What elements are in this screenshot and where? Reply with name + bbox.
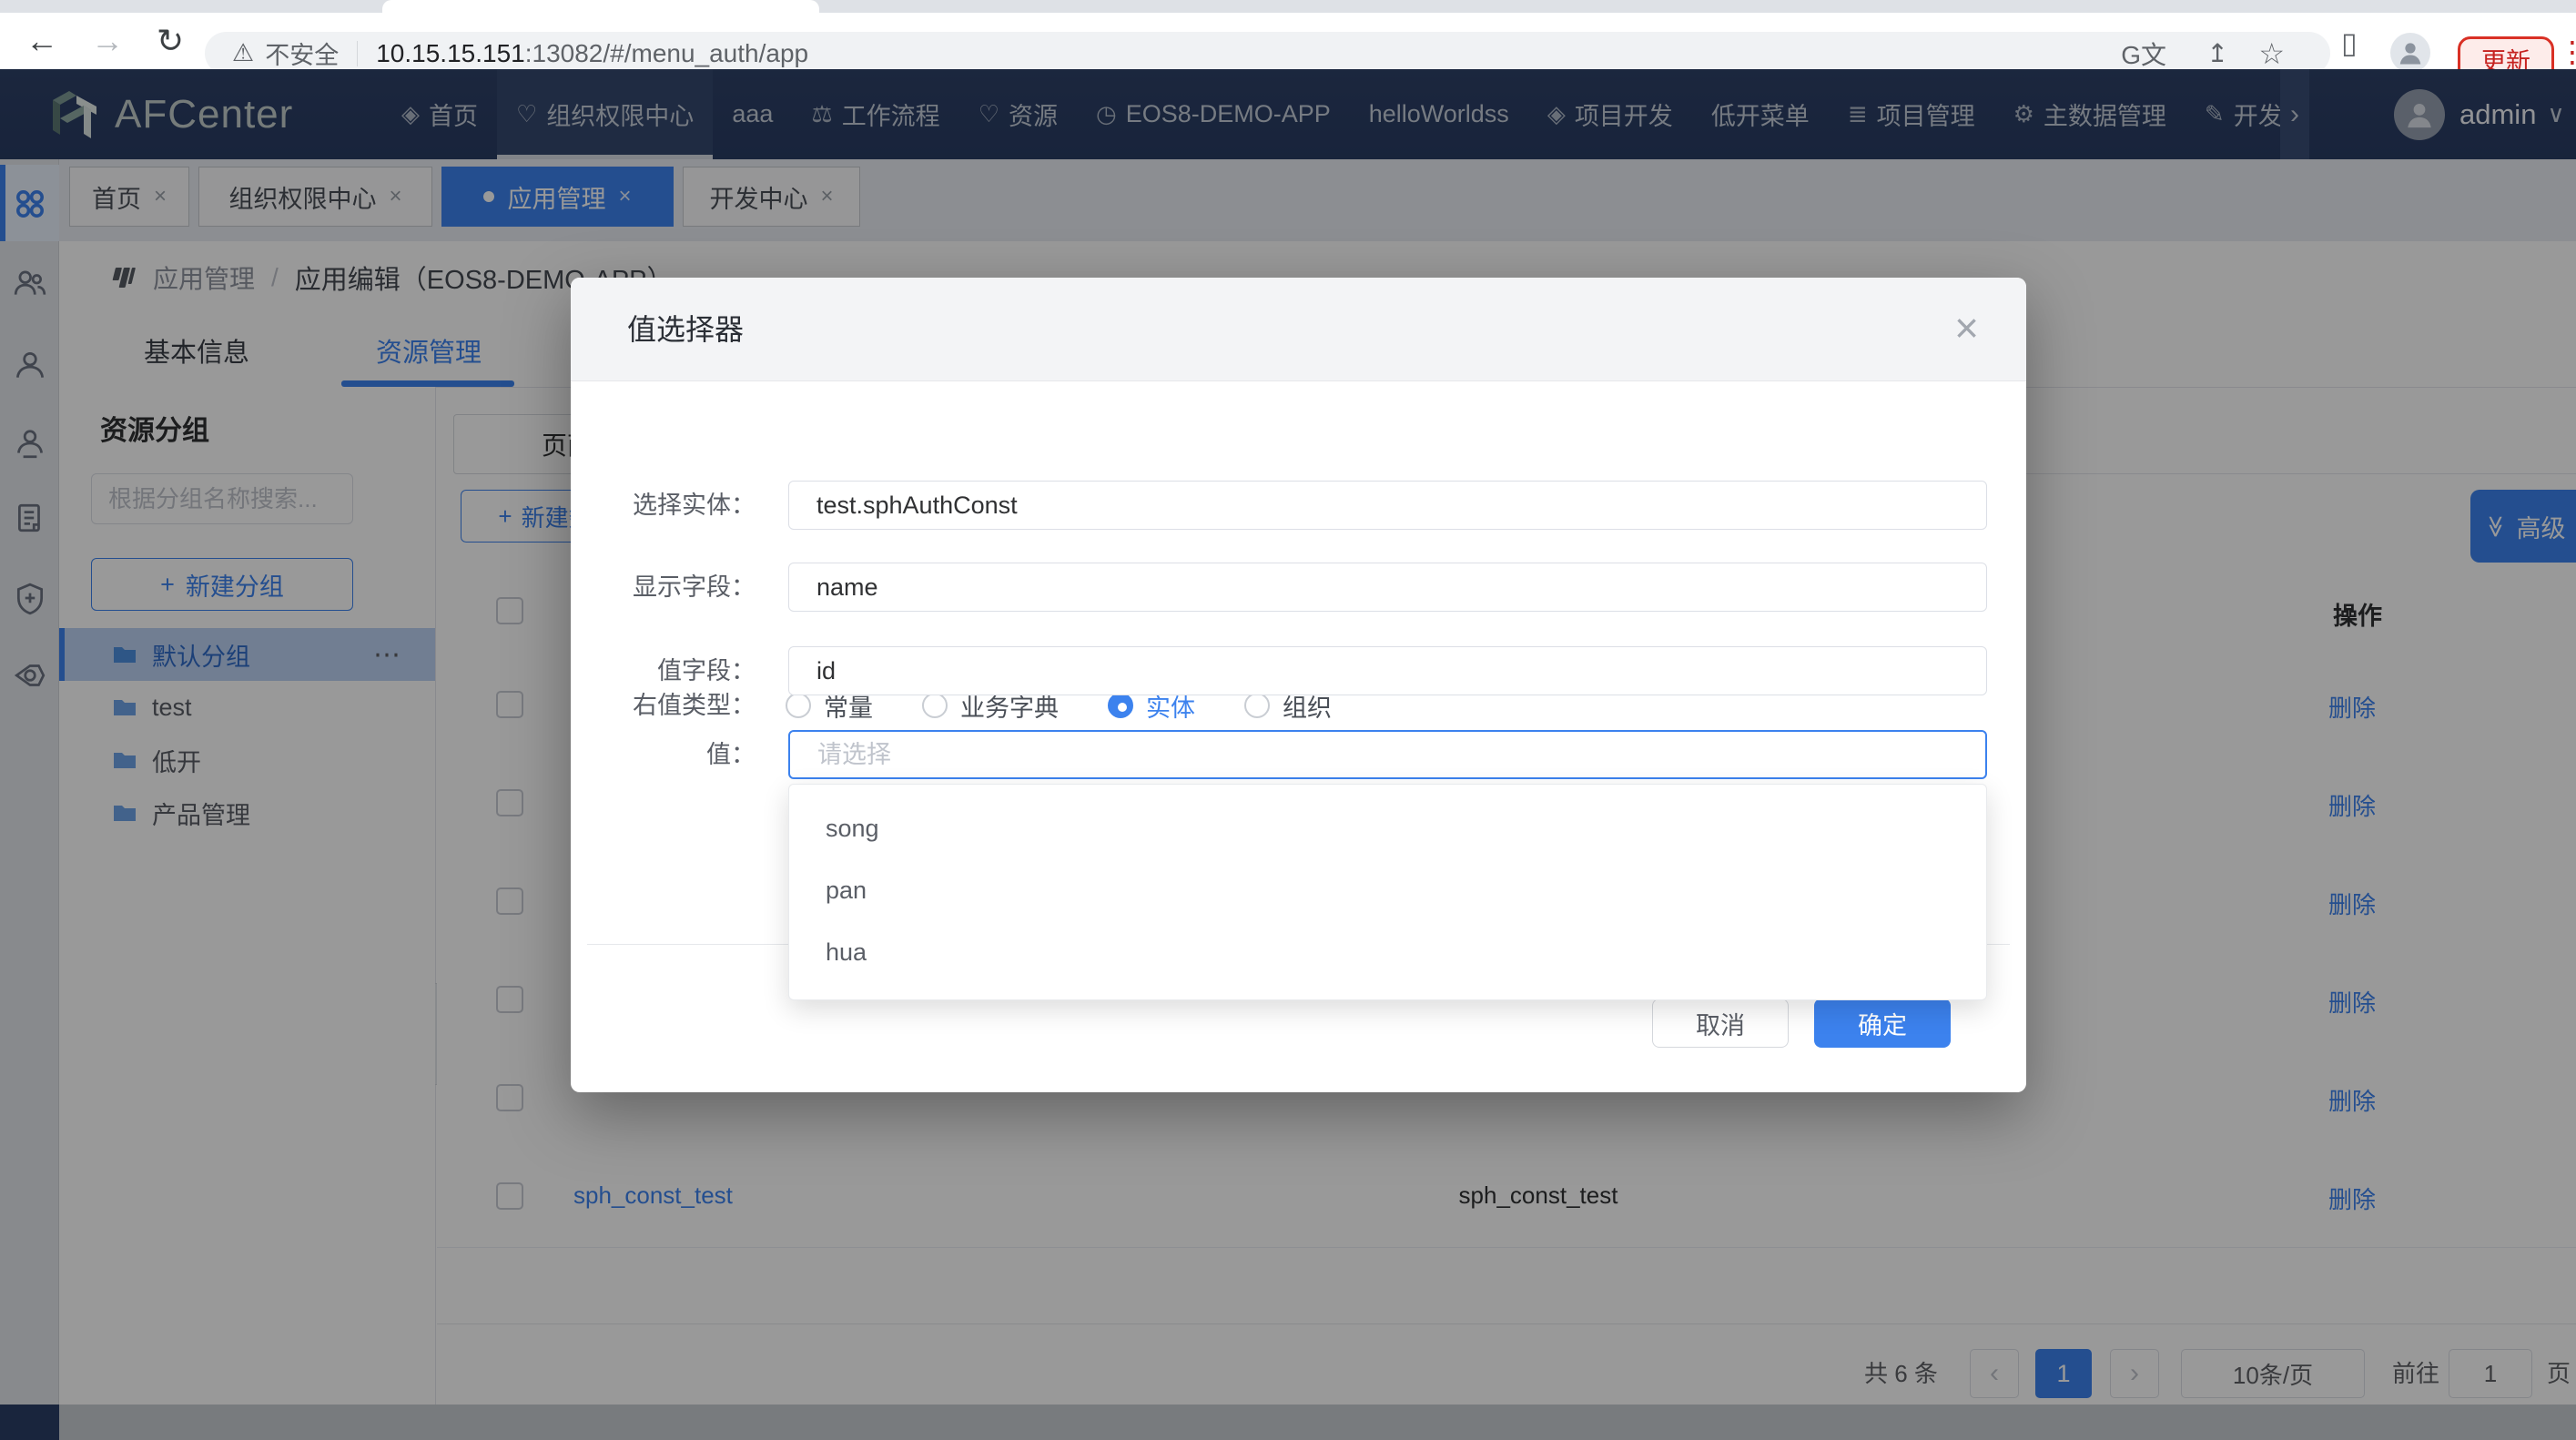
close-icon[interactable]: × (1954, 305, 1979, 350)
dropdown-option-pan[interactable]: pan (789, 859, 1986, 921)
radio-organization[interactable] (1244, 693, 1270, 718)
bookmark-star-icon[interactable]: ☆ (2258, 36, 2285, 71)
browser-tabstrip (0, 0, 2576, 13)
translate-icon[interactable]: G文 (2121, 35, 2166, 72)
address-bar[interactable]: ⚠ 不安全 10.15.15.151 :13082/#/menu_auth/ap… (205, 32, 2330, 75)
url-path[interactable]: :13082/#/menu_auth/app (525, 39, 808, 68)
dropdown-option-song[interactable]: song (789, 797, 1986, 859)
display-field-label: 显示字段： (571, 563, 756, 612)
dropdown-option-hua[interactable]: hua (789, 921, 1986, 983)
radio-entity-selected[interactable] (1108, 693, 1133, 718)
reload-icon[interactable]: ↻ (157, 13, 184, 69)
screen: ← → ↻ ⚠ 不安全 10.15.15.151 :13082/#/menu_a… (0, 0, 2576, 1440)
browser-active-tab[interactable] (382, 0, 819, 13)
url-host[interactable]: 10.15.15.151 (376, 39, 525, 68)
value-select-input[interactable] (788, 730, 1987, 779)
value-field-input[interactable] (788, 646, 1987, 695)
cancel-button[interactable]: 取消 (1652, 999, 1789, 1048)
dialog-title: 值选择器 (627, 278, 744, 381)
back-icon[interactable]: ← (25, 13, 58, 69)
value-label: 值： (571, 730, 756, 779)
confirm-button[interactable]: 确定 (1814, 999, 1951, 1048)
side-panel-icon[interactable]: ▯ (2341, 25, 2358, 60)
radio-constant[interactable] (786, 693, 811, 718)
omnibox-divider (357, 41, 358, 66)
entity-input[interactable] (788, 481, 1987, 530)
entity-field-label: 选择实体： (571, 481, 756, 530)
radio-business-dict[interactable] (922, 693, 948, 718)
browser-menu-icon[interactable]: ⋮ (2558, 35, 2576, 69)
dialog-header: 值选择器 × (571, 278, 2026, 381)
value-selector-dialog: 值选择器 × 右值类型： 常量 业务字典 实体 组织 选择实体： 显示字段： 值… (571, 278, 2026, 1092)
browser-profile-avatar[interactable] (2390, 33, 2430, 73)
browser-toolbar: ← → ↻ ⚠ 不安全 10.15.15.151 :13082/#/menu_a… (0, 13, 2576, 70)
security-warning-icon[interactable]: ⚠ (232, 39, 254, 67)
person-icon (2397, 39, 2424, 66)
share-icon[interactable]: ↥ (2207, 38, 2228, 68)
value-field-label: 值字段： (571, 646, 756, 695)
display-field-input[interactable] (788, 563, 1987, 612)
value-dropdown: song pan hua (788, 784, 1987, 1000)
security-label[interactable]: 不安全 (265, 35, 339, 71)
forward-icon[interactable]: → (91, 13, 124, 69)
